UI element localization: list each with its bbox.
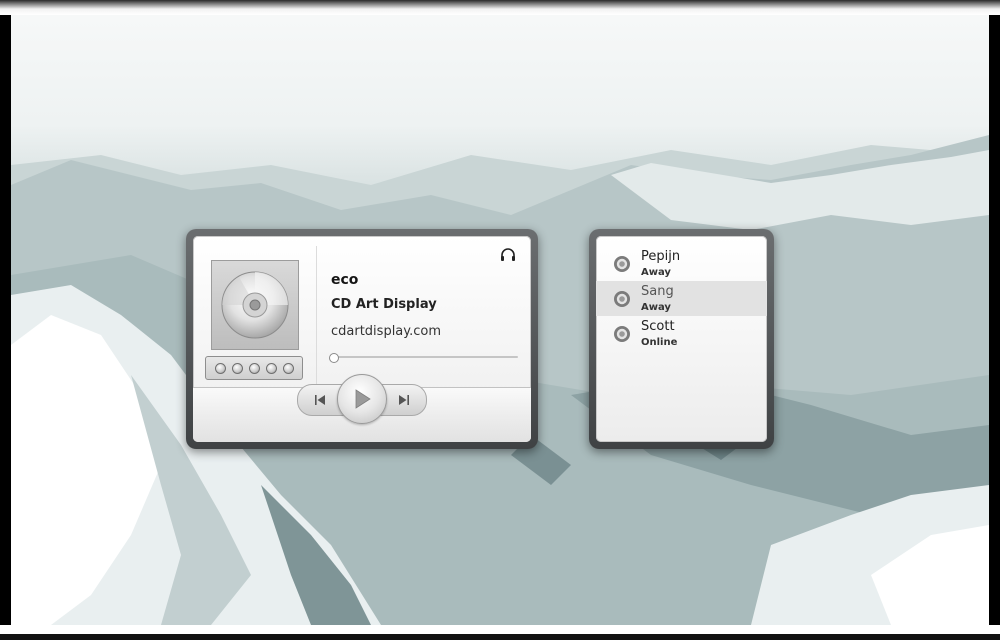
buddy-name: Pepijn — [641, 249, 681, 264]
bottom-edge — [0, 625, 1000, 640]
rating-dot-3[interactable] — [248, 362, 260, 374]
track-artist: CD Art Display — [331, 297, 437, 312]
buddy-status: Away — [641, 302, 671, 313]
rating-dot-4[interactable] — [265, 362, 277, 374]
buddy-status: Online — [641, 337, 678, 348]
album-art[interactable] — [211, 260, 299, 350]
previous-button[interactable] — [310, 391, 330, 409]
buddy-status-icon — [614, 291, 630, 307]
cd-disc-icon — [221, 271, 289, 339]
buddy-status: Away — [641, 267, 671, 278]
next-track-icon — [399, 395, 409, 405]
progress-bar[interactable] — [329, 353, 518, 363]
progress-knob[interactable] — [329, 353, 339, 363]
headphones-icon[interactable] — [499, 246, 517, 264]
buddy-list-panel: Pepijn Away Sang Away Scott Online — [596, 236, 767, 442]
music-player-panel: eco CD Art Display cdartdisplay.com — [193, 236, 531, 442]
buddy-item-sang[interactable]: Sang Away — [596, 281, 767, 316]
buddy-item-scott[interactable]: Scott Online — [596, 316, 767, 351]
buddy-name: Sang — [641, 284, 674, 299]
rating-dot-5[interactable] — [282, 362, 294, 374]
buddy-status-icon — [614, 326, 630, 342]
previous-track-icon — [315, 395, 325, 405]
track-title: eco — [331, 272, 359, 288]
music-player-widget: eco CD Art Display cdartdisplay.com — [186, 229, 538, 449]
play-button[interactable] — [337, 374, 387, 424]
rating-stars[interactable] — [205, 356, 303, 380]
next-button[interactable] — [394, 391, 414, 409]
rating-dot-1[interactable] — [214, 362, 226, 374]
buddy-list-widget: Pepijn Away Sang Away Scott Online — [589, 229, 774, 449]
buddy-item-pepijn[interactable]: Pepijn Away — [596, 246, 767, 281]
controls-bar — [193, 374, 531, 442]
rating-dot-2[interactable] — [231, 362, 243, 374]
buddy-status-icon — [614, 256, 630, 272]
divider — [316, 246, 317, 386]
play-icon — [355, 389, 371, 409]
track-website[interactable]: cdartdisplay.com — [331, 324, 441, 339]
buddy-name: Scott — [641, 319, 675, 334]
top-edge — [0, 0, 1000, 15]
